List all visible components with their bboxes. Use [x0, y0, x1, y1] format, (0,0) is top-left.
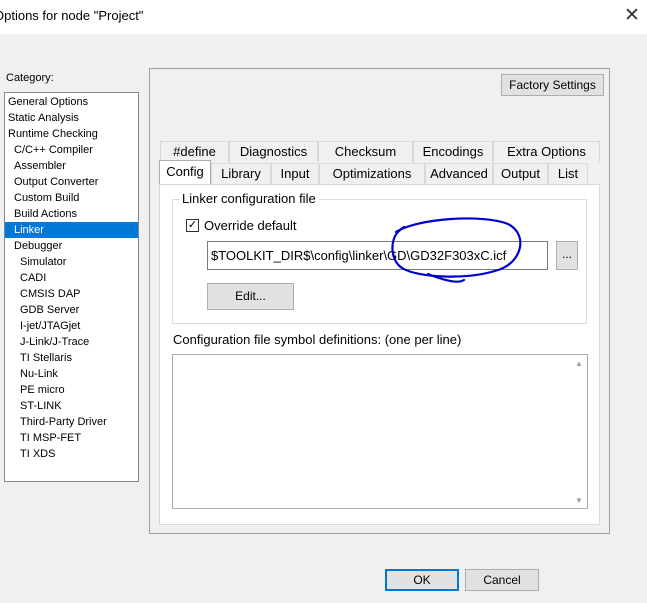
- category-item[interactable]: Linker: [5, 222, 138, 238]
- close-icon[interactable]: ✕: [622, 5, 642, 27]
- browse-button[interactable]: ...: [556, 241, 578, 270]
- category-item[interactable]: TI XDS: [17, 446, 138, 462]
- config-file-path-input[interactable]: $TOOLKIT_DIR$\config\linker\GD\GD32F303x…: [207, 241, 548, 270]
- category-item[interactable]: TI MSP-FET: [17, 430, 138, 446]
- category-list[interactable]: General Options Static Analysis Runtime Ch…: [4, 92, 139, 482]
- tab-checksum[interactable]: Checksum: [318, 141, 413, 162]
- override-default-label[interactable]: Override default: [204, 218, 297, 233]
- linker-config-group-title: Linker configuration file: [179, 191, 319, 206]
- scroll-down-arrow-icon[interactable]: ▼: [573, 496, 585, 505]
- cancel-button[interactable]: Cancel: [465, 569, 539, 591]
- ok-button[interactable]: OK: [385, 569, 459, 591]
- tab-output[interactable]: Output: [493, 163, 548, 184]
- category-item[interactable]: TI Stellaris: [17, 350, 138, 366]
- factory-settings-button[interactable]: Factory Settings: [501, 74, 604, 96]
- tab-list[interactable]: List: [548, 163, 588, 184]
- tab-advanced[interactable]: Advanced: [425, 163, 493, 184]
- window-title: Options for node "Project": [0, 8, 144, 23]
- tab-extra-options[interactable]: Extra Options: [493, 141, 600, 162]
- tab-encodings[interactable]: Encodings: [413, 141, 493, 162]
- category-item[interactable]: ST-LINK: [17, 398, 138, 414]
- category-item[interactable]: Static Analysis: [5, 110, 138, 126]
- category-item[interactable]: C/C++ Compiler: [11, 142, 138, 158]
- category-item[interactable]: Debugger: [11, 238, 138, 254]
- category-item[interactable]: GDB Server: [17, 302, 138, 318]
- tab-config[interactable]: Config: [159, 160, 211, 184]
- tab-optimizations[interactable]: Optimizations: [319, 163, 425, 184]
- tab-library[interactable]: Library: [211, 163, 271, 184]
- category-label: Category:: [6, 72, 54, 84]
- category-item[interactable]: I-jet/JTAGjet: [17, 318, 138, 334]
- category-item[interactable]: Output Converter: [11, 174, 138, 190]
- category-item[interactable]: CMSIS DAP: [17, 286, 138, 302]
- category-item[interactable]: Nu-Link: [17, 366, 138, 382]
- category-item[interactable]: Build Actions: [11, 206, 138, 222]
- category-item[interactable]: Custom Build: [11, 190, 138, 206]
- category-item[interactable]: Simulator: [17, 254, 138, 270]
- category-item[interactable]: Third-Party Driver: [17, 414, 138, 430]
- tab-input[interactable]: Input: [271, 163, 319, 184]
- override-default-checkbox[interactable]: ✓: [186, 219, 199, 232]
- category-item[interactable]: PE micro: [17, 382, 138, 398]
- edit-button[interactable]: Edit...: [207, 283, 294, 310]
- category-item[interactable]: Assembler: [11, 158, 138, 174]
- category-item[interactable]: CADI: [17, 270, 138, 286]
- tab-diagnostics[interactable]: Diagnostics: [229, 141, 318, 162]
- category-item[interactable]: J-Link/J-Trace: [17, 334, 138, 350]
- category-item[interactable]: Runtime Checking: [5, 126, 138, 142]
- symbol-definitions-label: Configuration file symbol definitions: (…: [173, 332, 462, 347]
- symbol-definitions-textarea[interactable]: ▲ ▼: [172, 354, 588, 509]
- tab-define[interactable]: #define: [160, 141, 229, 162]
- category-item[interactable]: General Options: [5, 94, 138, 110]
- scroll-up-arrow-icon[interactable]: ▲: [573, 359, 585, 368]
